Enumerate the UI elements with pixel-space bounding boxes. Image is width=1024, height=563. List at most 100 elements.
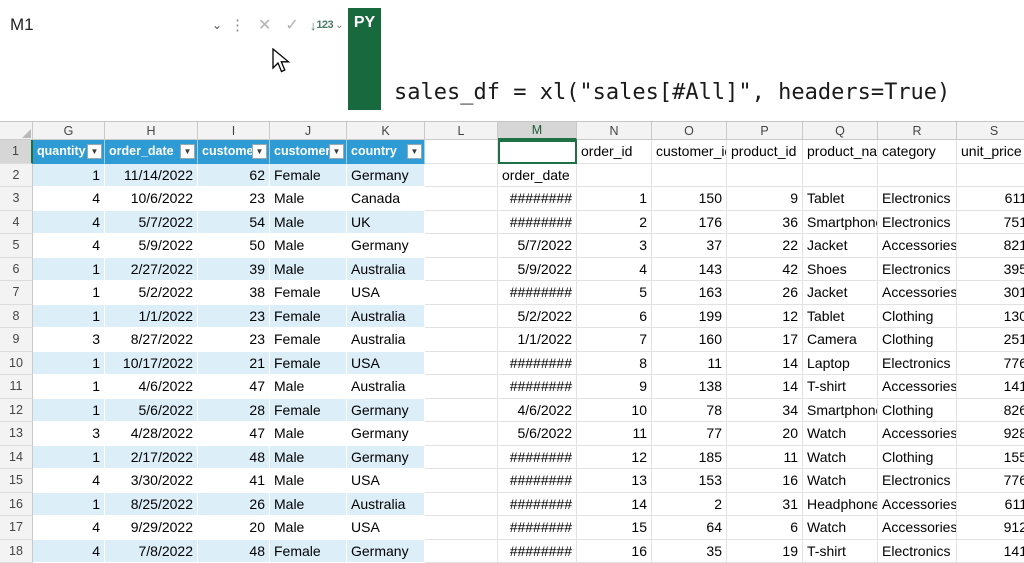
cell-I8[interactable]: 23 [198,305,270,329]
row-header-2[interactable]: 2 [0,164,33,188]
cell-P11[interactable]: 14 [727,375,803,399]
cell-L5[interactable] [425,234,498,258]
cell-J6[interactable]: Male [270,258,347,282]
cell-R15[interactable]: Electronics [878,469,957,493]
cell-J1[interactable]: customer_gender▼ [270,140,347,164]
cell-M1[interactable] [498,140,577,164]
cell-H10[interactable]: 10/17/2022 [105,352,198,376]
cell-L1[interactable] [425,140,498,164]
cell-N12[interactable]: 10 [577,399,652,423]
row-header-13[interactable]: 13 [0,422,33,446]
cell-M10[interactable]: ######## [498,352,577,376]
cell-N2[interactable] [577,164,652,188]
cell-Q18[interactable]: T-shirt [803,540,878,563]
cell-Q9[interactable]: Camera [803,328,878,352]
enter-icon[interactable]: ✓ [285,15,298,35]
cell-R14[interactable]: Clothing [878,446,957,470]
cell-L10[interactable] [425,352,498,376]
cell-I7[interactable]: 38 [198,281,270,305]
cell-K13[interactable]: Germany [347,422,425,446]
more-options-icon[interactable]: ⋮ [230,16,245,34]
cell-Q12[interactable]: Smartphone [803,399,878,423]
cell-G14[interactable]: 1 [33,446,105,470]
cell-S1[interactable]: unit_price [957,140,1024,164]
formula-input[interactable]: sales_df = xl("sales[#All]", headers=Tru… [381,8,990,121]
row-header-12[interactable]: 12 [0,399,33,423]
cell-O2[interactable] [652,164,727,188]
cell-P2[interactable] [727,164,803,188]
cell-J4[interactable]: Male [270,211,347,235]
name-box[interactable]: M1 ⌄ [0,13,228,37]
cell-O13[interactable]: 77 [652,422,727,446]
cell-Q13[interactable]: Watch [803,422,878,446]
cell-L11[interactable] [425,375,498,399]
cell-H2[interactable]: 11/14/2022 [105,164,198,188]
cell-R2[interactable] [878,164,957,188]
cell-L13[interactable] [425,422,498,446]
cell-M8[interactable]: 5/2/2022 [498,305,577,329]
cell-P9[interactable]: 17 [727,328,803,352]
cell-O11[interactable]: 138 [652,375,727,399]
cell-H12[interactable]: 5/6/2022 [105,399,198,423]
cell-P5[interactable]: 22 [727,234,803,258]
cell-N3[interactable]: 1 [577,187,652,211]
row-header-9[interactable]: 9 [0,328,33,352]
row-header-3[interactable]: 3 [0,187,33,211]
cell-J17[interactable]: Male [270,516,347,540]
cell-L7[interactable] [425,281,498,305]
cell-S15[interactable]: 776 [957,469,1024,493]
cell-I6[interactable]: 39 [198,258,270,282]
cell-K3[interactable]: Canada [347,187,425,211]
cell-P15[interactable]: 16 [727,469,803,493]
cell-S12[interactable]: 826 [957,399,1024,423]
cell-J16[interactable]: Male [270,493,347,517]
cell-R10[interactable]: Electronics [878,352,957,376]
cell-O7[interactable]: 163 [652,281,727,305]
cell-H18[interactable]: 7/8/2022 [105,540,198,563]
cell-I16[interactable]: 26 [198,493,270,517]
cell-O1[interactable]: customer_id [652,140,727,164]
cell-J2[interactable]: Female [270,164,347,188]
cell-R17[interactable]: Accessories [878,516,957,540]
cell-P1[interactable]: product_id [727,140,803,164]
cell-G4[interactable]: 4 [33,211,105,235]
row-header-11[interactable]: 11 [0,375,33,399]
cell-S14[interactable]: 155 [957,446,1024,470]
cell-K18[interactable]: Germany [347,540,425,563]
cell-P18[interactable]: 19 [727,540,803,563]
column-header-Q[interactable]: Q [803,122,878,140]
cell-Q3[interactable]: Tablet [803,187,878,211]
cell-S17[interactable]: 912 [957,516,1024,540]
cell-K1[interactable]: country▼ [347,140,425,164]
cell-I17[interactable]: 20 [198,516,270,540]
cell-Q4[interactable]: Smartphone [803,211,878,235]
cell-G6[interactable]: 1 [33,258,105,282]
cell-S9[interactable]: 251 [957,328,1024,352]
cell-M4[interactable]: ######## [498,211,577,235]
cell-J14[interactable]: Male [270,446,347,470]
cell-L16[interactable] [425,493,498,517]
cell-J10[interactable]: Female [270,352,347,376]
cell-I2[interactable]: 62 [198,164,270,188]
cell-K9[interactable]: Australia [347,328,425,352]
cell-M14[interactable]: ######## [498,446,577,470]
row-header-10[interactable]: 10 [0,352,33,376]
select-all-corner[interactable] [0,122,33,140]
cell-H13[interactable]: 4/28/2022 [105,422,198,446]
cell-H16[interactable]: 8/25/2022 [105,493,198,517]
cell-L2[interactable] [425,164,498,188]
cell-I18[interactable]: 48 [198,540,270,563]
cell-S11[interactable]: 141 [957,375,1024,399]
cell-G7[interactable]: 1 [33,281,105,305]
cell-J9[interactable]: Female [270,328,347,352]
cell-I3[interactable]: 23 [198,187,270,211]
row-header-7[interactable]: 7 [0,281,33,305]
cell-G12[interactable]: 1 [33,399,105,423]
cell-O5[interactable]: 37 [652,234,727,258]
cell-M7[interactable]: ######## [498,281,577,305]
cell-R11[interactable]: Accessories [878,375,957,399]
cell-I4[interactable]: 54 [198,211,270,235]
cell-N15[interactable]: 13 [577,469,652,493]
column-header-I[interactable]: I [198,122,270,140]
cell-Q11[interactable]: T-shirt [803,375,878,399]
